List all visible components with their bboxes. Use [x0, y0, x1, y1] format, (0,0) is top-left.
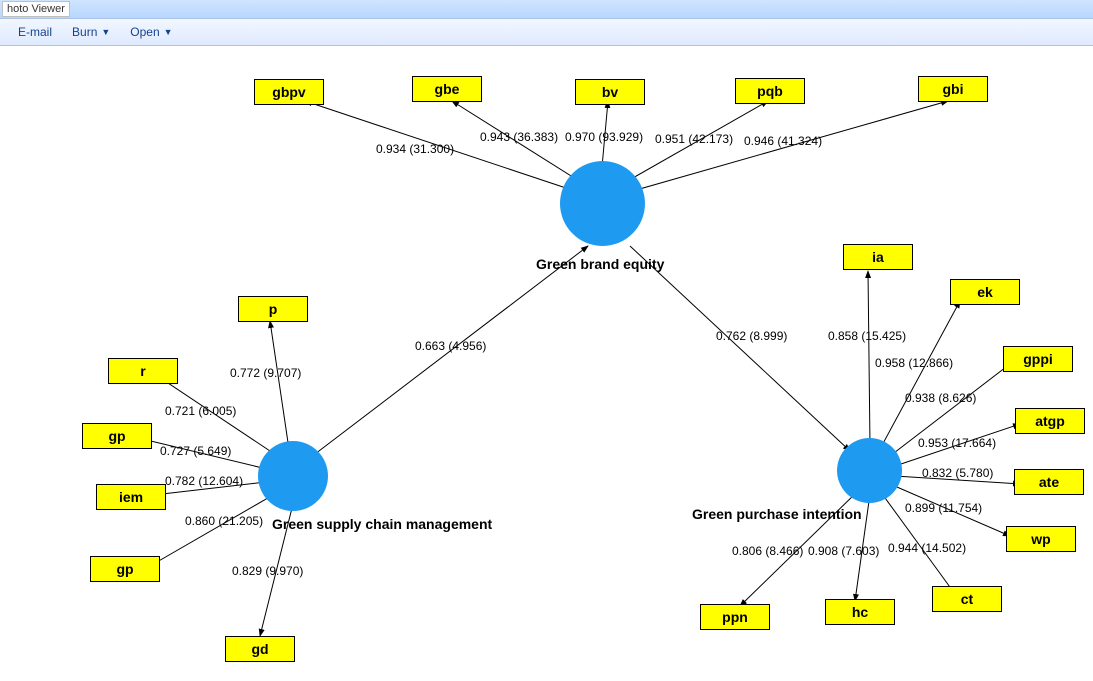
load-gsc-gp-b: 0.860 (21.205)	[185, 514, 263, 528]
ind-ppn: ppn	[700, 604, 770, 630]
open-label: Open	[130, 25, 159, 39]
load-gbe-bv: 0.970 (93.929)	[565, 130, 643, 144]
path-gbe-gpi: 0.762 (8.999)	[716, 329, 787, 343]
ind-ct: ct	[932, 586, 1002, 612]
ind-gppi: gppi	[1003, 346, 1073, 372]
diagram-canvas: Green brand equity Green supply chain ma…	[0, 46, 1093, 681]
path-gsc-gbe: 0.663 (4.956)	[415, 339, 486, 353]
load-gpi-hc: 0.908 (7.603)	[808, 544, 879, 558]
load-gpi-atgp: 0.953 (17.664)	[918, 436, 996, 450]
title-bar: hoto Viewer	[0, 0, 1093, 19]
label-gbe: Green brand equity	[536, 256, 664, 272]
load-gsc-p: 0.772 (9.707)	[230, 366, 301, 380]
email-menu[interactable]: E-mail	[8, 23, 62, 41]
ind-ek: ek	[950, 279, 1020, 305]
ind-wp: wp	[1006, 526, 1076, 552]
open-menu[interactable]: Open ▼	[120, 23, 182, 41]
toolbar: E-mail Burn ▼ Open ▼	[0, 19, 1093, 46]
chevron-down-icon: ▼	[164, 27, 173, 37]
node-green-supply-chain	[258, 441, 328, 511]
ind-iem: iem	[96, 484, 166, 510]
app-title: hoto Viewer	[2, 1, 70, 17]
ind-gbi: gbi	[918, 76, 988, 102]
burn-label: Burn	[72, 25, 97, 39]
burn-menu[interactable]: Burn ▼	[62, 23, 120, 41]
load-gbe-gbi: 0.946 (41.324)	[744, 134, 822, 148]
ind-gp-a: gp	[82, 423, 152, 449]
load-gpi-wp: 0.899 (11.754)	[905, 501, 982, 515]
load-gsc-gp-a: 0.727 (5.649)	[160, 444, 231, 458]
label-gpi: Green purchase intention	[692, 506, 862, 522]
ind-gbe: gbe	[412, 76, 482, 102]
ind-gd: gd	[225, 636, 295, 662]
ind-atgp: atgp	[1015, 408, 1085, 434]
load-gsc-iem: 0.782 (12.604)	[165, 474, 243, 488]
label-gsc: Green supply chain management	[272, 516, 492, 532]
ind-pqb: pqb	[735, 78, 805, 104]
ind-bv: bv	[575, 79, 645, 105]
ind-ate: ate	[1014, 469, 1084, 495]
load-gpi-ek: 0.958 (12.866)	[875, 356, 953, 370]
load-gsc-gd: 0.829 (9.970)	[232, 564, 303, 578]
ind-gp-b: gp	[90, 556, 160, 582]
load-gbe-gbpv: 0.934 (31.300)	[376, 142, 454, 156]
load-gbe-pqb: 0.951 (42.173)	[655, 132, 733, 146]
load-gpi-gppi: 0.938 (8.626)	[905, 391, 976, 405]
ind-r: r	[108, 358, 178, 384]
ind-gbpv: gbpv	[254, 79, 324, 105]
ind-ia: ia	[843, 244, 913, 270]
ind-hc: hc	[825, 599, 895, 625]
load-gpi-ct: 0.944 (14.502)	[888, 541, 966, 555]
load-gpi-ia: 0.858 (15.425)	[828, 329, 906, 343]
ind-p: p	[238, 296, 308, 322]
load-gsc-r: 0.721 (6.005)	[165, 404, 236, 418]
load-gpi-ate: 0.832 (5.780)	[922, 466, 993, 480]
load-gbe-gbe: 0.943 (36.383)	[480, 130, 558, 144]
email-label: E-mail	[18, 25, 52, 39]
node-green-brand-equity	[560, 161, 645, 246]
load-gpi-ppn: 0.806 (8.466)	[732, 544, 803, 558]
node-green-purchase-intention	[837, 438, 902, 503]
chevron-down-icon: ▼	[101, 27, 110, 37]
